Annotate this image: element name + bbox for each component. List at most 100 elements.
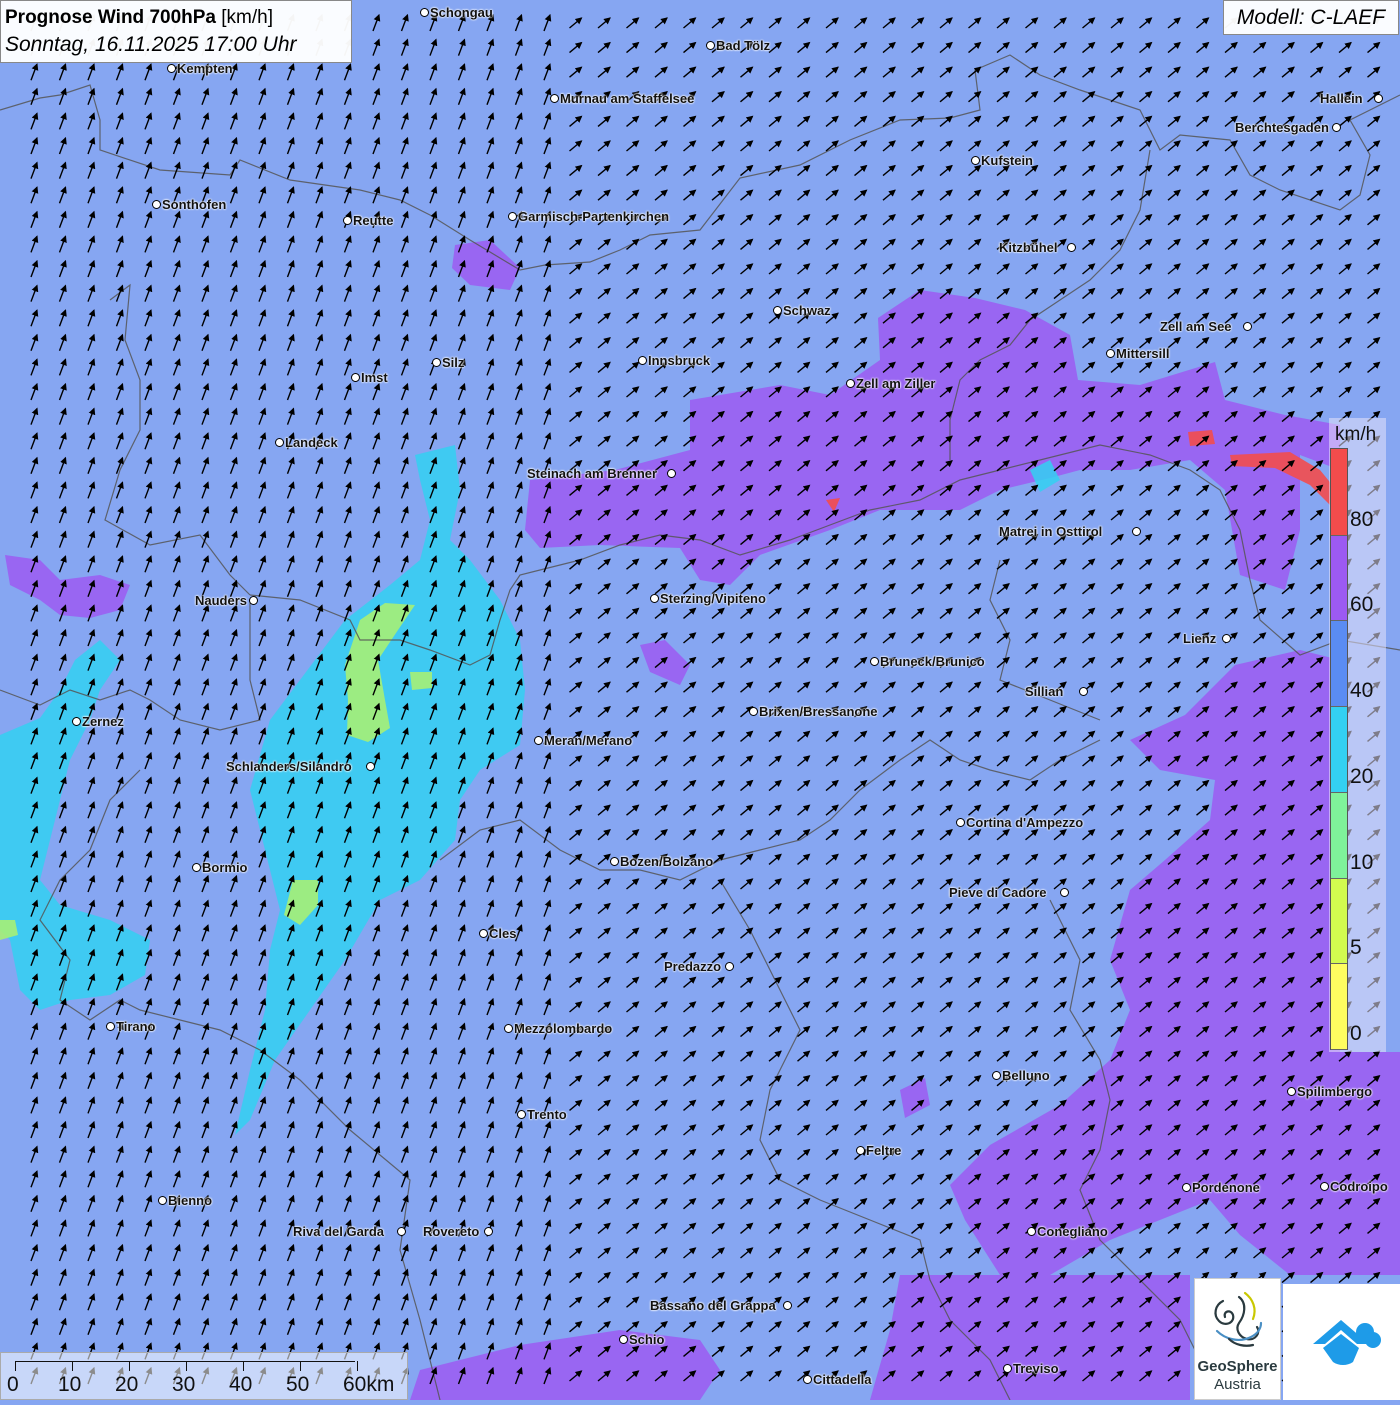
city-marker[interactable]: Bormio [192, 860, 248, 875]
city-dot-icon [343, 216, 352, 225]
city-marker[interactable]: Kitzbühel [999, 240, 1076, 255]
scale-tick [129, 1361, 130, 1371]
city-name: Bad Tölz [716, 38, 771, 53]
city-marker[interactable]: Lienz [1183, 631, 1231, 646]
city-marker[interactable]: Hallein [1320, 91, 1383, 106]
city-marker[interactable]: Sonthofen [152, 197, 226, 212]
city-dot-icon [167, 64, 176, 73]
city-dot-icon [1287, 1087, 1296, 1096]
city-name: Codroipo [1330, 1179, 1388, 1194]
city-marker[interactable]: Cittadella [803, 1372, 872, 1387]
city-marker[interactable]: Schwaz [773, 303, 831, 318]
city-name: Cortina d'Ampezzo [966, 815, 1084, 830]
city-dot-icon [870, 657, 879, 666]
city-name: Sterzing/Vipiteno [660, 591, 766, 606]
city-name: Kempten [177, 61, 233, 76]
city-marker[interactable]: Trento [517, 1107, 567, 1122]
city-name: Zell am Ziller [856, 376, 936, 391]
city-marker[interactable]: Codroipo [1320, 1179, 1388, 1194]
city-marker[interactable]: Silz [432, 355, 464, 370]
city-marker[interactable]: Predazzo [664, 959, 734, 974]
city-marker[interactable]: Sterzing/Vipiteno [650, 591, 766, 606]
city-dot-icon [1332, 123, 1341, 132]
city-name: Berchtesgaden [1235, 120, 1329, 135]
city-marker[interactable]: Meran/Merano [534, 733, 632, 748]
city-marker[interactable]: Sillian [1025, 684, 1088, 699]
legend-tick-label: 20 [1350, 764, 1374, 788]
city-name: Predazzo [664, 959, 722, 974]
city-dot-icon [366, 762, 375, 771]
city-marker[interactable]: Cortina d'Ampezzo [956, 815, 1083, 830]
city-marker[interactable]: Bienno [158, 1193, 212, 1208]
city-marker[interactable]: Schio [619, 1332, 664, 1347]
scale-tick [72, 1361, 73, 1371]
city-marker[interactable]: Riva del Garda [293, 1224, 406, 1239]
city-name: Bruneck/Brunico [880, 654, 985, 669]
city-marker[interactable]: Mittersill [1106, 346, 1169, 361]
city-dot-icon [667, 469, 676, 478]
map-title: Prognose Wind 700hPa [5, 7, 216, 28]
city-name: Bozen/Bolzano [620, 854, 714, 869]
city-marker[interactable]: Schongau [420, 5, 493, 20]
city-dot-icon [619, 1335, 628, 1344]
city-marker[interactable]: Pieve di Cadore [949, 885, 1069, 900]
city-dot-icon [550, 94, 559, 103]
city-dot-icon [803, 1375, 812, 1384]
city-marker[interactable]: Tirano [106, 1019, 156, 1034]
city-marker[interactable]: Treviso [1003, 1361, 1059, 1376]
geosphere-logo[interactable]: GeoSphere Austria [1194, 1278, 1281, 1400]
city-marker[interactable]: Imst [351, 370, 388, 385]
city-marker[interactable]: Steinach am Brenner [527, 466, 676, 481]
city-marker[interactable]: Berchtesgaden [1235, 120, 1341, 135]
city-marker[interactable]: Spilimbergo [1287, 1084, 1372, 1099]
city-marker[interactable]: Landeck [275, 435, 338, 450]
city-marker[interactable]: Reutte [343, 213, 393, 228]
city-marker[interactable]: Bozen/Bolzano [610, 854, 713, 869]
city-marker[interactable]: Bruneck/Brunico [870, 654, 985, 669]
legend-swatch [1331, 706, 1347, 793]
city-marker[interactable]: Zell am Ziller [846, 376, 935, 391]
legend-swatch [1331, 791, 1347, 879]
city-marker[interactable]: Feltre [856, 1143, 901, 1158]
city-name: Pieve di Cadore [949, 885, 1047, 900]
city-name: Hallein [1320, 91, 1363, 106]
weather-app-logo[interactable] [1283, 1284, 1400, 1400]
city-marker[interactable]: Brixen/Bressanone [749, 704, 878, 719]
city-dot-icon [1374, 94, 1383, 103]
city-marker[interactable]: Zernez [72, 714, 124, 729]
city-marker[interactable]: Bassano del Grappa [650, 1298, 792, 1313]
legend-swatch [1331, 620, 1347, 708]
city-dot-icon [1060, 888, 1069, 897]
city-dot-icon [534, 736, 543, 745]
city-dot-icon [638, 356, 647, 365]
city-marker[interactable]: Pordenone [1182, 1180, 1260, 1195]
city-marker[interactable]: Cles [479, 926, 516, 941]
model-label: Modell: C-LAEF [1223, 0, 1399, 35]
cloud-arrow-icon [1313, 1320, 1381, 1365]
city-dot-icon [158, 1196, 167, 1205]
city-name: Murnau am Staffelsee [560, 91, 695, 106]
city-dot-icon [508, 212, 517, 221]
city-marker[interactable]: Kempten [167, 61, 233, 76]
city-marker[interactable]: Bad Tölz [706, 38, 770, 53]
city-dot-icon [749, 707, 758, 716]
city-name: Schlanders/Silandro [226, 759, 352, 774]
city-name: Matrei in Osttirol [999, 524, 1103, 539]
city-marker[interactable]: Zell am See [1160, 319, 1252, 334]
city-name: Meran/Merano [544, 733, 633, 748]
city-marker[interactable]: Matrei in Osttirol [999, 524, 1141, 539]
city-marker[interactable]: Belluno [992, 1068, 1050, 1083]
city-marker[interactable]: Innsbruck [638, 353, 710, 368]
city-marker[interactable]: Garmisch-Partenkirchen [508, 209, 669, 224]
city-marker[interactable]: Mezzolombardo [504, 1021, 612, 1036]
city-marker[interactable]: Nauders [195, 593, 258, 608]
city-dot-icon [1222, 634, 1231, 643]
city-marker[interactable]: Rovereto [423, 1224, 493, 1239]
city-marker[interactable]: Kufstein [971, 153, 1033, 168]
city-marker[interactable]: Conegliano [1027, 1224, 1108, 1239]
city-marker[interactable]: Schlanders/Silandro [226, 759, 375, 774]
city-marker[interactable]: Murnau am Staffelsee [550, 91, 694, 106]
scale-label: 60km [343, 1373, 395, 1396]
legend-tick-label: 5 [1350, 936, 1362, 960]
city-dot-icon [351, 373, 360, 382]
